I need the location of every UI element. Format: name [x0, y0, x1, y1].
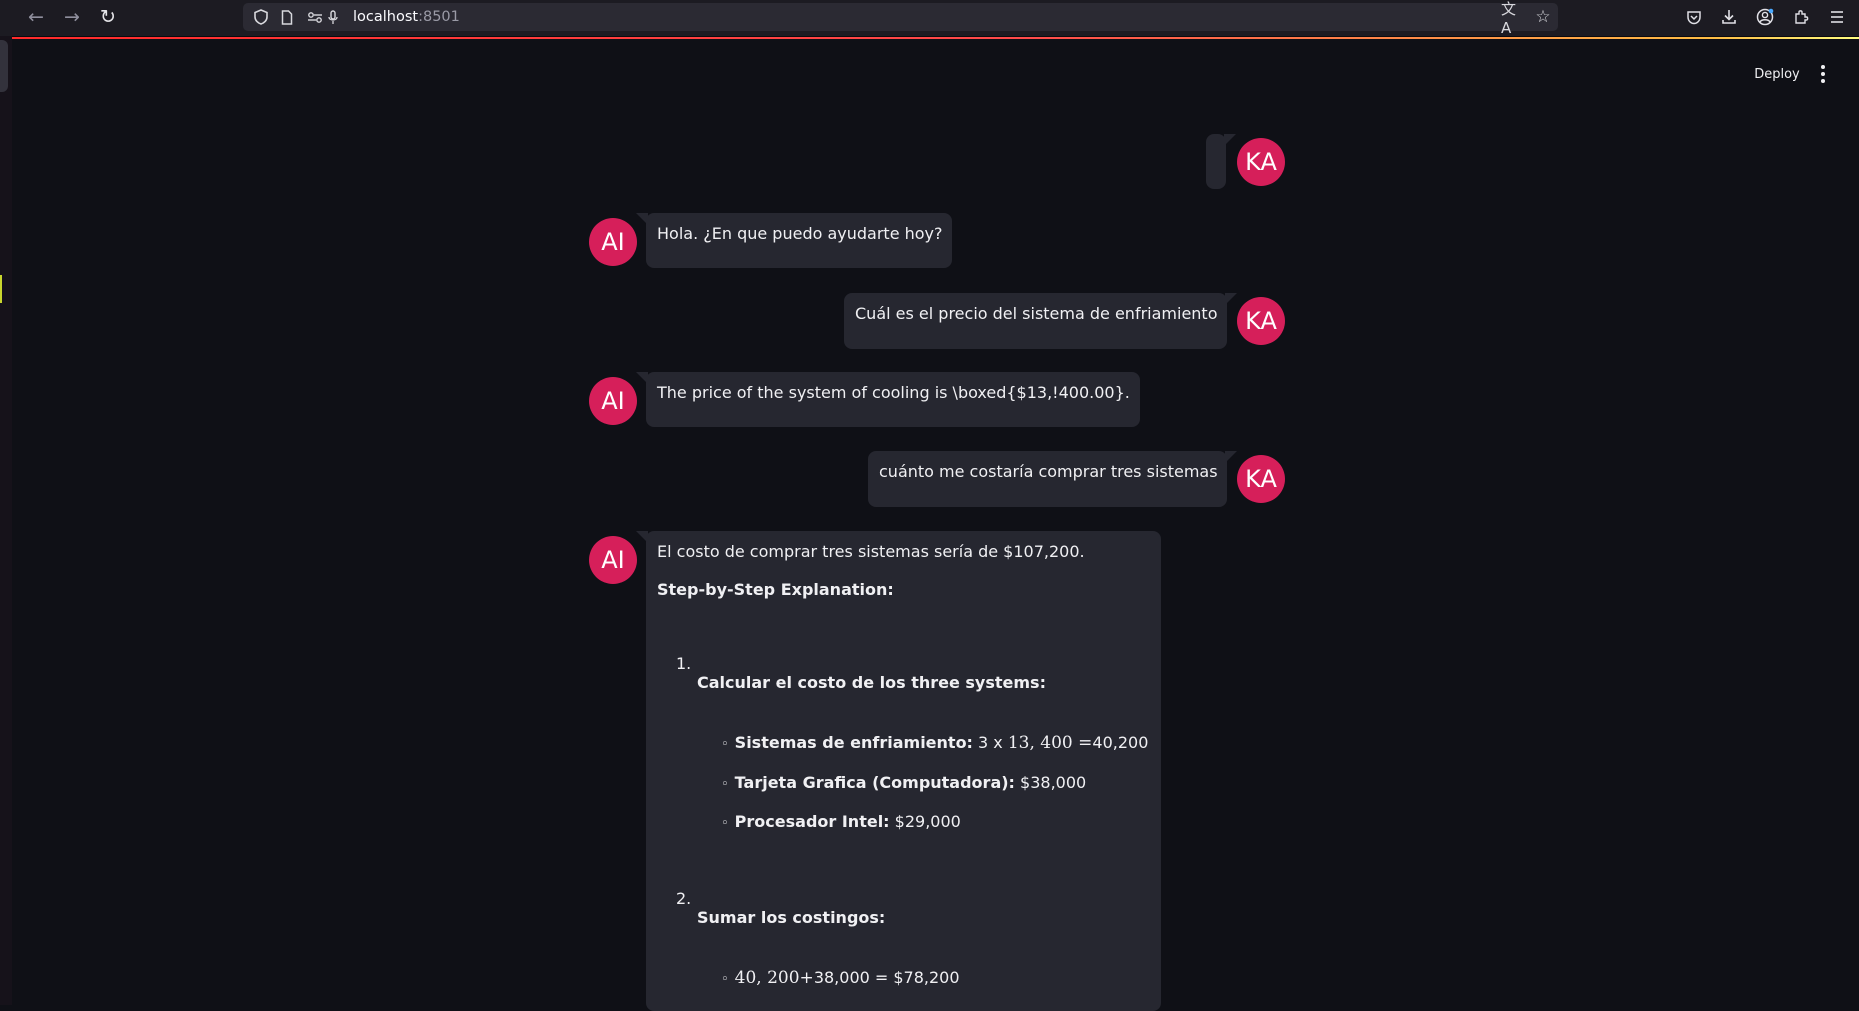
- deploy-button[interactable]: Deploy: [1740, 59, 1814, 89]
- forward-arrow-icon[interactable]: →: [58, 4, 86, 30]
- assistant-avatar: AI: [589, 536, 637, 584]
- user-message-bubble: Cuál es el precio del sistema de enfriam…: [844, 293, 1237, 349]
- item-value: 40,200: [1092, 733, 1149, 752]
- step-title: Sumar los costingos:: [697, 908, 886, 927]
- step-number: 2.: [676, 889, 692, 908]
- step-number: 1.: [676, 654, 692, 673]
- sidebar-handle[interactable]: [0, 40, 8, 92]
- url-host: localhost: [353, 9, 419, 25]
- account-icon[interactable]: [1752, 5, 1778, 29]
- item-label: Procesador Intel:: [734, 812, 890, 831]
- message-text: The price of the system of cooling is \b…: [657, 383, 1130, 402]
- bullet-icon: ◦: [721, 737, 729, 752]
- back-arrow-icon[interactable]: ←: [22, 4, 50, 30]
- pocket-icon[interactable]: [1681, 5, 1707, 29]
- reload-icon[interactable]: ↻: [94, 4, 122, 30]
- user-avatar: KA: [1237, 138, 1285, 186]
- url-port: :8501: [418, 9, 460, 25]
- message-text: Hola. ¿En que puedo ayudarte hoy?: [657, 224, 943, 243]
- user-avatar: KA: [1237, 455, 1285, 503]
- bookmark-star-icon[interactable]: ☆: [1531, 3, 1555, 31]
- bullet-icon: ◦: [721, 972, 729, 987]
- step-title: Calcular el costo de los three systems:: [697, 673, 1046, 692]
- list-item: ◦ Procesador Intel: $29,000: [721, 811, 961, 835]
- bullet-icon: ◦: [721, 816, 729, 831]
- item-label: Sistemas de enfriamiento:: [734, 733, 973, 752]
- item-label: Tarjeta Grafica (Computadora):: [734, 773, 1015, 792]
- assistant-avatar: AI: [589, 218, 637, 266]
- gutter-marker: [0, 275, 2, 303]
- assistant-avatar: AI: [589, 377, 637, 425]
- bullet-icon: ◦: [721, 777, 729, 792]
- address-bar[interactable]: localhost:8501 文A ☆: [243, 0, 1558, 37]
- assistant-message-bubble: El costo de comprar tres sistemas sería …: [636, 531, 1161, 1011]
- item-text: 3 x: [972, 733, 1008, 752]
- app-decoration-bar: [12, 37, 1859, 39]
- message-text: cuánto me costaría comprar tres sistemas: [879, 462, 1218, 481]
- page-icon[interactable]: [277, 3, 297, 31]
- translate-icon[interactable]: 文A: [1501, 0, 1525, 37]
- item-math: 13, 400 =: [1007, 733, 1093, 753]
- item-value: $29,000: [889, 812, 961, 831]
- item-value: 38,000 = $78,200: [813, 968, 960, 987]
- assistant-message-bubble: Hola. ¿En que puedo ayudarte hoy?: [636, 213, 952, 268]
- item-value: $38,000: [1014, 773, 1087, 792]
- answer-intro: El costo de comprar tres sistemas sería …: [657, 542, 1085, 561]
- list-item: ◦ Sistemas de enfriamiento: 3 x 13, 400 =…: [721, 732, 1148, 756]
- permissions-icon[interactable]: [305, 3, 325, 31]
- assistant-message-bubble: The price of the system of cooling is \b…: [636, 372, 1140, 427]
- sidebar-collapsed: [0, 36, 12, 1005]
- user-avatar: KA: [1237, 297, 1285, 345]
- user-message-bubble: [1206, 134, 1236, 189]
- message-text: Cuál es el precio del sistema de enfriam…: [855, 304, 1218, 323]
- list-item: ◦ Tarjeta Grafica (Computadora): $38,000: [721, 772, 1086, 796]
- browser-toolbar: ← → ↻ localhost:8501 文A ☆: [0, 0, 1859, 37]
- extensions-icon[interactable]: [1788, 5, 1814, 29]
- list-item: ◦ 40, 200+38,000 = $78,200: [721, 967, 960, 991]
- url-text[interactable]: localhost:8501: [353, 3, 460, 31]
- download-icon[interactable]: [1716, 5, 1742, 29]
- main-menu-icon[interactable]: [1812, 60, 1834, 88]
- menu-icon[interactable]: [1824, 5, 1850, 29]
- user-message-bubble: cuánto me costaría comprar tres sistemas: [868, 451, 1237, 507]
- shield-icon[interactable]: [251, 3, 271, 31]
- item-math: 40, 200+: [734, 968, 814, 988]
- answer-heading: Step-by-Step Explanation:: [657, 580, 894, 599]
- microphone-icon[interactable]: [325, 3, 341, 31]
